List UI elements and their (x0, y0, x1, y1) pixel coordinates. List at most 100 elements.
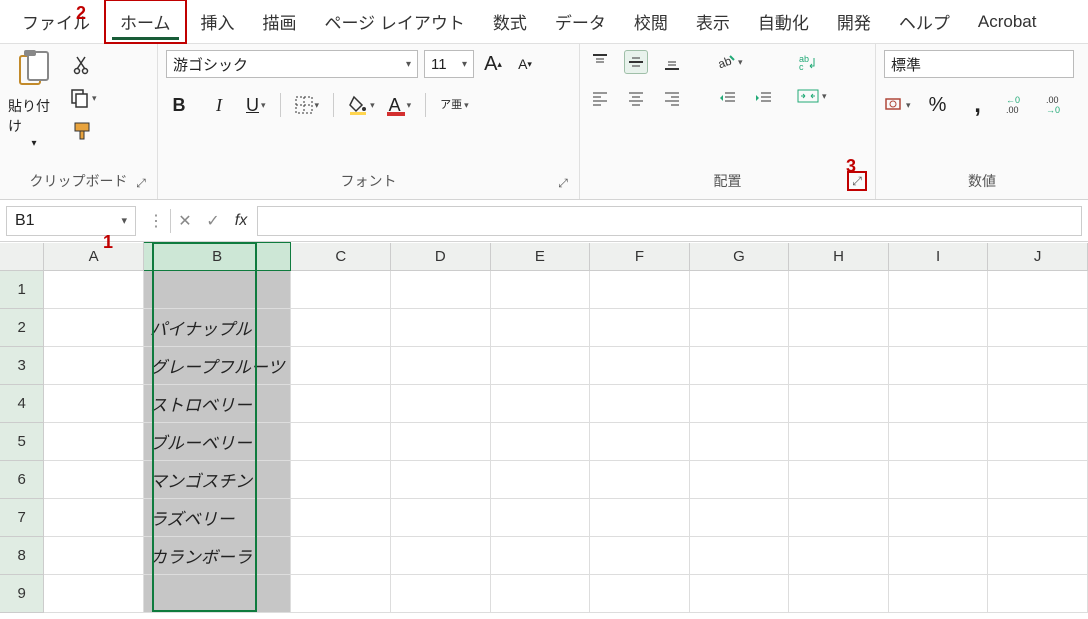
cell[interactable] (888, 499, 988, 537)
cell[interactable] (888, 461, 988, 499)
cell[interactable] (291, 537, 391, 575)
cell[interactable] (590, 347, 690, 385)
wrap-text-button[interactable]: abc (796, 50, 820, 74)
cell[interactable] (44, 537, 144, 575)
cell[interactable] (789, 537, 889, 575)
col-header-a[interactable]: A (44, 243, 144, 271)
cell[interactable] (391, 385, 491, 423)
underline-button[interactable]: U▾ (246, 95, 266, 116)
align-center-button[interactable] (624, 86, 648, 110)
menu-home[interactable]: ホーム (104, 0, 187, 44)
cell[interactable] (490, 347, 590, 385)
cell[interactable] (391, 499, 491, 537)
cell[interactable] (689, 347, 789, 385)
font-name-select[interactable]: 游ゴシック ▾ (166, 50, 418, 78)
cell[interactable] (44, 385, 144, 423)
cell[interactable] (689, 499, 789, 537)
formula-more-button[interactable]: ⋮ (142, 207, 170, 235)
col-header-f[interactable]: F (590, 243, 690, 271)
cell[interactable] (44, 499, 144, 537)
insert-function-button[interactable]: fx (227, 207, 255, 235)
cell[interactable] (689, 385, 789, 423)
cell[interactable] (789, 499, 889, 537)
cell[interactable]: パイナップル (143, 309, 291, 347)
cell[interactable] (988, 423, 1088, 461)
cell[interactable] (888, 347, 988, 385)
row-header[interactable]: 5 (0, 423, 44, 461)
cell[interactable] (391, 461, 491, 499)
cell[interactable] (391, 347, 491, 385)
cell[interactable] (988, 347, 1088, 385)
cell[interactable] (44, 309, 144, 347)
borders-button[interactable]: ▾ (295, 96, 320, 114)
percent-button[interactable]: % (925, 92, 951, 118)
cell[interactable] (391, 537, 491, 575)
formula-input[interactable] (257, 206, 1082, 236)
cell[interactable]: ストロベリー (143, 385, 291, 423)
row-header[interactable]: 1 (0, 271, 44, 309)
decrease-decimal-button[interactable]: .00→0 (1045, 92, 1071, 118)
cell[interactable] (590, 309, 690, 347)
cell[interactable] (789, 309, 889, 347)
cell[interactable] (988, 499, 1088, 537)
align-middle-button[interactable] (624, 50, 648, 74)
cell[interactable] (689, 461, 789, 499)
font-size-select[interactable]: 11 ▾ (424, 50, 474, 78)
cell[interactable] (590, 575, 690, 613)
accounting-format-button[interactable]: ▾ (884, 96, 911, 114)
font-color-button[interactable]: A ▾ (389, 94, 412, 116)
cell[interactable] (490, 385, 590, 423)
cell[interactable] (988, 271, 1088, 309)
cell[interactable] (789, 461, 889, 499)
menu-review[interactable]: 校閲 (620, 1, 682, 42)
cell[interactable] (143, 271, 291, 309)
menu-page-layout[interactable]: ページ レイアウト (311, 1, 479, 42)
cell[interactable] (789, 385, 889, 423)
comma-style-button[interactable]: , (965, 92, 991, 118)
cell[interactable] (490, 423, 590, 461)
select-all-corner[interactable] (0, 243, 44, 271)
cell[interactable] (988, 385, 1088, 423)
align-bottom-button[interactable] (660, 50, 684, 74)
cell[interactable] (888, 309, 988, 347)
cell[interactable] (988, 575, 1088, 613)
cell[interactable] (44, 271, 144, 309)
col-header-g[interactable]: G (689, 243, 789, 271)
cut-button[interactable] (70, 52, 96, 78)
menu-file[interactable]: ファイル (8, 1, 104, 42)
menu-help[interactable]: ヘルプ (885, 1, 964, 42)
menu-developer[interactable]: 開発 (823, 1, 885, 42)
italic-button[interactable]: I (206, 92, 232, 118)
cell[interactable] (291, 575, 391, 613)
cell[interactable] (291, 347, 391, 385)
row-header[interactable]: 7 (0, 499, 44, 537)
cancel-formula-button[interactable]: ✕ (171, 207, 199, 235)
cell[interactable] (590, 271, 690, 309)
cell[interactable] (391, 309, 491, 347)
row-header[interactable]: 6 (0, 461, 44, 499)
cell[interactable] (888, 423, 988, 461)
cell[interactable] (988, 461, 1088, 499)
cell[interactable] (689, 271, 789, 309)
cell[interactable] (291, 423, 391, 461)
cell[interactable] (888, 271, 988, 309)
menu-draw[interactable]: 描画 (249, 1, 311, 42)
align-right-button[interactable] (660, 86, 684, 110)
increase-font-button[interactable]: A▴ (480, 51, 506, 77)
cell[interactable] (888, 385, 988, 423)
cell[interactable] (490, 499, 590, 537)
cell[interactable] (789, 271, 889, 309)
cell[interactable]: ラズベリー (143, 499, 291, 537)
cell[interactable] (888, 537, 988, 575)
menu-insert[interactable]: 挿入 (187, 1, 249, 42)
fill-color-button[interactable]: ▾ (348, 95, 375, 115)
cell[interactable] (291, 271, 391, 309)
menu-data[interactable]: データ (541, 1, 620, 42)
cell[interactable] (291, 499, 391, 537)
cell[interactable] (988, 309, 1088, 347)
menu-formulas[interactable]: 数式 (479, 1, 541, 42)
font-dialog-launcher[interactable]: ⤢ (555, 175, 571, 191)
col-header-b[interactable]: B (143, 243, 291, 271)
cell[interactable] (590, 423, 690, 461)
merge-center-button[interactable]: ▾ (796, 86, 827, 106)
